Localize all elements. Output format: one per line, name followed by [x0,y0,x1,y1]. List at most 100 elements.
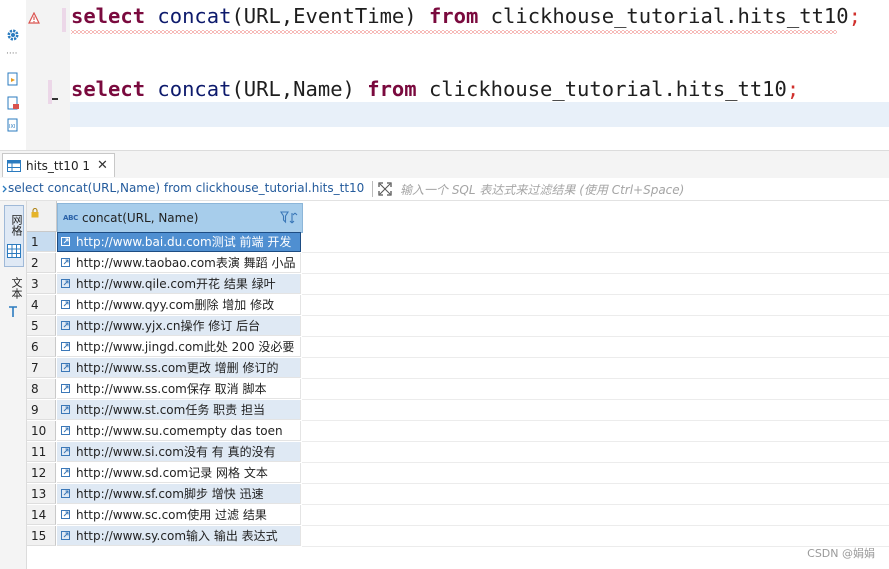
filter-bar: select concat(URL,Name) from clickhouse_… [0,178,889,201]
tab-text-view[interactable]: 文本 [4,273,23,323]
row-number[interactable]: 5 [27,316,56,336]
row-number[interactable]: 4 [27,295,56,315]
table-cell[interactable]: http://www.ss.com更改 增删 修订的 [57,358,301,378]
row-number[interactable]: 1 [27,232,56,252]
row-number[interactable]: 3 [27,274,56,294]
row-number[interactable]: 14 [27,505,56,525]
table-row[interactable]: 10 http://www.su.comempty das toen [27,421,889,442]
cell-value: http://www.qile.com开花 结果 绿叶 [76,277,276,291]
open-value-icon[interactable] [61,342,70,351]
table-row[interactable]: 4 http://www.qyy.com删除 增加 修改 [27,295,889,316]
row-number[interactable]: 7 [27,358,56,378]
table-cell[interactable]: http://www.qile.com开花 结果 绿叶 [57,274,301,294]
row-number[interactable]: 8 [27,379,56,399]
open-value-icon[interactable] [61,258,70,267]
open-value-icon[interactable] [61,300,70,309]
empty-grid-area [302,442,889,463]
table-row[interactable]: 2 http://www.taobao.com表演 舞蹈 小品 [27,253,889,274]
table-row[interactable]: 9 http://www.st.com任务 职责 担当 [27,400,889,421]
table-cell[interactable]: http://www.sd.com记录 网格 文本 [57,463,301,483]
sql-token: from [428,4,479,28]
more-dots-icon[interactable]: ···· [6,50,20,59]
table-row[interactable]: 15 http://www.sy.com输入 输出 表达式 [27,526,889,547]
open-value-icon[interactable] [61,510,70,519]
open-value-icon[interactable] [61,279,70,288]
row-number[interactable]: 6 [27,337,56,357]
cell-value: http://www.ss.com更改 增删 修订的 [76,361,279,375]
sql-token: from [367,77,417,101]
row-number[interactable]: 10 [27,421,56,441]
table-row[interactable]: 1 http://www.bai.du.com测试 前端 开发 [27,232,889,253]
open-value-icon[interactable] [61,531,70,540]
table-cell[interactable]: http://www.st.com任务 职责 担当 [57,400,301,420]
filter-sort-icon[interactable] [280,211,298,225]
table-cell[interactable]: http://www.sf.com脚步 增快 迅速 [57,484,301,504]
table-row[interactable]: 3 http://www.qile.com开花 结果 绿叶 [27,274,889,295]
open-value-icon[interactable] [61,384,70,393]
tab-grid-view[interactable]: 网格 [4,205,24,267]
expand-icon[interactable] [377,181,393,197]
close-icon[interactable]: ✕ [97,158,108,173]
row-number[interactable]: 12 [27,463,56,483]
table-cell[interactable]: http://www.taobao.com表演 舞蹈 小品 [57,253,301,273]
result-grid[interactable]: ABC concat(URL, Name) 1 http://www.bai.du… [27,201,889,569]
tab-hits-tt10-1[interactable]: hits_tt10 1 ✕ [2,153,115,177]
table-cell[interactable]: http://www.qyy.com删除 增加 修改 [57,295,301,315]
table-cell[interactable]: http://www.si.com没有 有 真的没有 [57,442,301,462]
sql-line-1[interactable]: select concat(URL,EventTime) from clickh… [71,4,861,28]
open-value-icon[interactable] [61,489,70,498]
empty-grid-area [302,463,889,484]
row-number[interactable]: 15 [27,526,56,546]
column-header-concat[interactable]: ABC concat(URL, Name) [57,203,303,233]
open-value-icon[interactable] [61,468,70,477]
divider [372,181,373,197]
open-value-icon[interactable] [61,426,70,435]
table-cell[interactable]: http://www.sy.com输入 输出 表达式 [57,526,301,546]
table-row[interactable]: 14 http://www.sc.com使用 过滤 结果 [27,505,889,526]
empty-grid-area [302,358,889,379]
export-document-icon[interactable] [6,96,20,110]
row-number[interactable]: 2 [27,253,56,273]
svg-text:IXI: IXI [9,124,15,130]
open-value-icon[interactable] [61,405,70,414]
table-cell[interactable]: http://www.jingd.com此处 200 没必要 [57,337,301,357]
table-row[interactable]: 5 http://www.yjx.cn操作 修订 后台 [27,316,889,337]
table-icon [7,159,21,172]
row-number[interactable]: 13 [27,484,56,504]
tab-label: hits_tt10 1 [26,158,91,173]
column-header-label: concat(URL, Name) [82,211,199,225]
row-number[interactable]: 11 [27,442,56,462]
table-row[interactable]: 8 http://www.ss.com保存 取消 脚本 [27,379,889,400]
sql-line-2[interactable]: select concat(URL,Name) from clickhouse_… [71,77,799,101]
table-cell[interactable]: http://www.su.comempty das toen [57,421,301,441]
open-value-icon[interactable] [61,321,70,330]
execute-script-icon[interactable] [6,72,20,86]
filter-input[interactable]: 输入一个 SQL 表达式来过滤结果 (使用 Ctrl+Space) [400,181,684,198]
open-value-icon[interactable] [61,447,70,456]
table-cell[interactable]: http://www.ss.com保存 取消 脚本 [57,379,301,399]
table-row[interactable]: 13 http://www.sf.com脚步 增快 迅速 [27,484,889,505]
grid-corner[interactable] [27,201,57,232]
cell-value: http://www.sy.com输入 输出 表达式 [76,529,278,543]
sql-editor[interactable]: ···· IXI select concat(URL,EventTime) fr… [0,0,889,150]
table-cell[interactable]: http://www.bai.du.com测试 前端 开发 [57,232,301,252]
sql-token: concat [157,77,232,101]
grid-icon [7,244,21,258]
open-value-icon[interactable] [61,237,70,246]
sql-token: (URL,Name) [231,77,368,101]
explain-plan-icon[interactable]: IXI [6,118,20,132]
row-number[interactable]: 9 [27,400,56,420]
table-row[interactable]: 11 http://www.si.com没有 有 真的没有 [27,442,889,463]
string-type-icon: ABC [63,214,78,222]
statement-marker [48,80,52,104]
table-cell[interactable]: http://www.yjx.cn操作 修订 后台 [57,316,301,336]
table-row[interactable]: 6 http://www.jingd.com此处 200 没必要 [27,337,889,358]
settings-gear-icon[interactable] [6,28,20,42]
code-area[interactable]: select concat(URL,EventTime) from clickh… [70,0,889,150]
table-cell[interactable]: http://www.sc.com使用 过滤 结果 [57,505,301,525]
table-row[interactable]: 7 http://www.ss.com更改 增删 修订的 [27,358,889,379]
statement-marker [62,8,66,32]
cell-value: http://www.st.com任务 职责 担当 [76,403,265,417]
table-row[interactable]: 12 http://www.sd.com记录 网格 文本 [27,463,889,484]
open-value-icon[interactable] [61,363,70,372]
